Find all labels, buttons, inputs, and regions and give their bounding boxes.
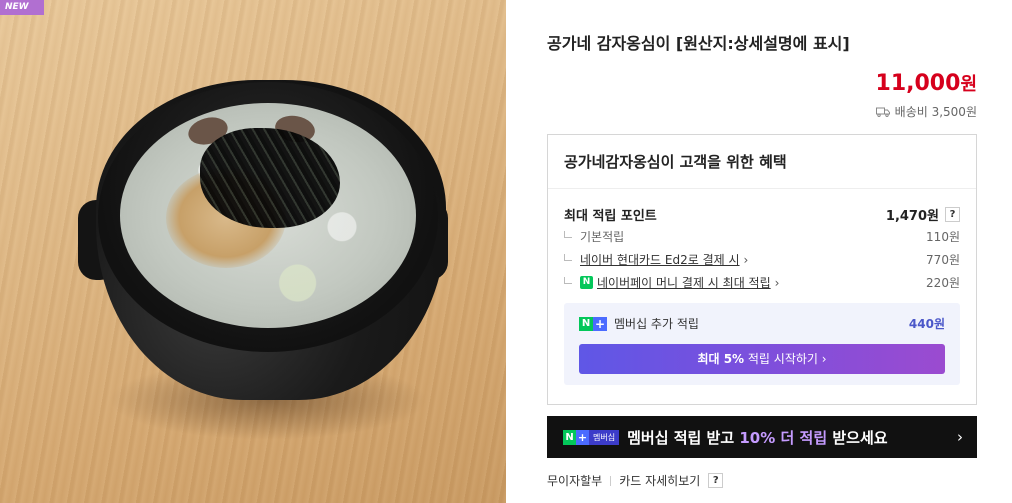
card-payment-link[interactable]: 네이버 현대카드 Ed2로 결제 시 bbox=[580, 251, 740, 268]
points-item-value: 110원 bbox=[926, 230, 960, 244]
membership-box: N + 멤버십 추가 적립 440원 최대 5% 적립 시작하기 › bbox=[564, 303, 960, 385]
tree-line-icon bbox=[564, 231, 572, 238]
naverpay-icon: N bbox=[580, 276, 593, 289]
points-item-value: 220원 bbox=[926, 276, 960, 290]
points-item-basic: 기본적립 110원 bbox=[564, 228, 960, 245]
naver-plus-icon: N + bbox=[579, 316, 607, 331]
membership-start-button[interactable]: 최대 5% 적립 시작하기 › bbox=[579, 344, 945, 374]
new-badge: NEW bbox=[0, 0, 44, 15]
help-icon[interactable]: ? bbox=[945, 207, 960, 222]
membership-button-bold: 최대 5% bbox=[697, 352, 745, 366]
membership-row: N + 멤버십 추가 적립 440원 bbox=[579, 315, 945, 332]
chevron-right-icon: › bbox=[743, 252, 749, 267]
max-points-value: 1,470원 bbox=[885, 209, 939, 224]
points-item-npay: N 네이버페이 머니 결제 시 최대 적립 › 220원 bbox=[564, 274, 960, 291]
points-item-value: 770원 bbox=[926, 253, 960, 267]
help-icon[interactable]: ? bbox=[708, 473, 724, 488]
chevron-right-icon: › bbox=[774, 275, 780, 290]
membership-label: 멤버십 추가 적립 bbox=[614, 317, 699, 331]
divider bbox=[610, 475, 612, 486]
product-price: 11,000원 bbox=[876, 70, 977, 96]
benefit-heading: 공가네감자옹심이 고객을 위한 혜택 bbox=[548, 135, 976, 189]
product-title: 공가네 감자옹심이 [원산지:상세설명에 표시] bbox=[547, 34, 850, 53]
tree-line-icon bbox=[564, 254, 572, 261]
benefit-box: 공가네감자옹심이 고객을 위한 혜택 최대 적립 포인트 1,470원 ? 기본… bbox=[547, 134, 977, 405]
chevron-right-icon: › bbox=[957, 428, 963, 446]
bottom-links: 무이자할부 카드 자세히보기 ? bbox=[547, 472, 724, 489]
price-amount: 11,000 bbox=[875, 71, 961, 96]
promo-text: 멤버십 적립 받고 10% 더 적립 받으세요 bbox=[627, 428, 888, 447]
shipping-text: 배송비 3,500원 bbox=[894, 105, 977, 119]
membership-value: 440원 bbox=[908, 317, 945, 331]
card-detail-link[interactable]: 카드 자세히보기 bbox=[619, 472, 700, 489]
max-points-label: 최대 적립 포인트 bbox=[564, 209, 657, 224]
installment-link[interactable]: 무이자할부 bbox=[547, 472, 602, 489]
product-image[interactable]: NEW bbox=[0, 0, 506, 503]
product-info-panel: 공가네 감자옹심이 [원산지:상세설명에 표시] 11,000원 배송비 3,5… bbox=[547, 0, 977, 503]
price-unit: 원 bbox=[960, 74, 977, 95]
points-item-label: 기본적립 bbox=[580, 230, 625, 244]
membership-button-rest: 적립 시작하기 › bbox=[744, 352, 827, 366]
tree-line-icon bbox=[564, 277, 572, 284]
points-item-card: 네이버 현대카드 Ed2로 결제 시 › 770원 bbox=[564, 251, 960, 268]
shipping-fee: 배송비 3,500원 bbox=[875, 103, 977, 120]
membership-badge-icon: N + 멤버십 bbox=[563, 429, 620, 445]
npay-money-link[interactable]: 네이버페이 머니 결제 시 최대 적립 bbox=[597, 274, 771, 291]
truck-icon bbox=[875, 107, 890, 117]
membership-promo-banner[interactable]: N + 멤버십 멤버십 적립 받고 10% 더 적립 받으세요 › bbox=[547, 416, 977, 458]
max-points-row: 최대 적립 포인트 1,470원 ? bbox=[564, 205, 960, 224]
